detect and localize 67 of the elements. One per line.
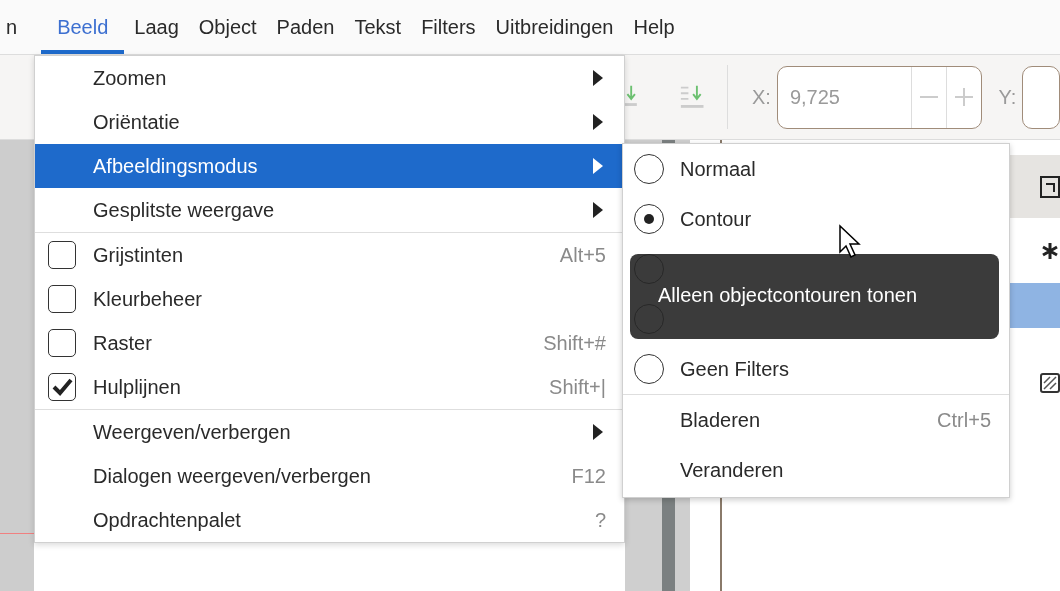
shortcut-text: ? <box>594 508 606 532</box>
menu-item[interactable]: Bladeren Ctrl+5 <box>623 395 1009 445</box>
menu-item[interactable]: n <box>0 0 42 54</box>
submenu-arrow-icon <box>592 113 604 131</box>
mouse-cursor-icon <box>838 224 862 260</box>
shortcut-text: Ctrl+5 <box>937 408 991 432</box>
menu-item-label: Grijstinten <box>93 243 185 267</box>
menu-item-label: Dialogen weergeven/verbergen <box>93 464 372 488</box>
menu-item-label: Normaal <box>680 157 757 181</box>
shortcut-text: Shift+# <box>543 331 606 355</box>
menu-item[interactable]: Veranderen <box>623 445 1009 495</box>
checkbox[interactable] <box>48 285 76 313</box>
menu-item-label: Zoomen <box>93 66 168 90</box>
menu-item-label: Bladeren <box>680 408 762 432</box>
menu-item[interactable]: Filters <box>411 0 486 54</box>
menu-item-label: Gesplitste weergave <box>93 198 276 222</box>
submenu-arrow-icon <box>592 69 604 87</box>
menu-item[interactable]: Dialogen weergeven/verbergen F12 <box>35 454 624 498</box>
menu-item-label: Veranderen <box>680 458 785 482</box>
menu-item-label: Geen Filters <box>680 357 790 381</box>
menu-item-label: Afbeeldingsmodus <box>93 154 259 178</box>
menu-item[interactable]: Raster Shift+# <box>35 321 624 365</box>
menu-item[interactable]: Afbeeldingsmodus <box>35 144 624 188</box>
menu-item[interactable]: Grijstinten Alt+5 <box>35 233 624 277</box>
menu-item[interactable]: Zoomen <box>35 56 624 100</box>
menu-item-label: Opdrachtenpalet <box>93 508 242 532</box>
menu-item[interactable]: Laag <box>124 0 189 54</box>
window-icon[interactable] <box>1040 175 1060 198</box>
menu-item[interactable]: Opdrachtenpalet ? <box>35 498 624 542</box>
menu-item[interactable]: Weergeven/verbergen <box>35 410 624 454</box>
tooltip: Alleen objectcontouren tonen <box>630 254 999 339</box>
menu-item[interactable]: Help <box>623 0 685 54</box>
menu-item[interactable]: Uitbreidingen <box>485 0 624 54</box>
menu-item-label: Contour <box>680 207 753 231</box>
shortcut-text: F12 <box>571 464 606 488</box>
menu-item[interactable]: Contour <box>623 194 1009 244</box>
menu-item-label: Oriëntatie <box>93 110 181 134</box>
menu-item[interactable]: Object <box>188 0 267 54</box>
menu-item-label: Kleurbeheer <box>93 287 203 311</box>
checkbox[interactable] <box>48 373 76 401</box>
menu-item-label: Hulplijnen <box>93 375 182 399</box>
menu-item-label: Raster <box>93 331 153 355</box>
menu-item-label: Weergeven/verbergen <box>93 420 292 444</box>
menu-item[interactable]: Kleurbeheer <box>35 277 624 321</box>
submenu-arrow-icon <box>592 201 604 219</box>
submenu-arrow-icon <box>592 157 604 175</box>
submenu-arrow-icon <box>592 423 604 441</box>
hatched-square-icon[interactable] <box>1040 373 1060 393</box>
menu-item[interactable]: Gesplitste weergave <box>35 188 624 232</box>
menu-item[interactable]: Paden <box>266 0 345 54</box>
asterisk-icon[interactable] <box>1040 240 1060 261</box>
radio-button[interactable] <box>634 204 664 234</box>
menu-item[interactable]: Normaal <box>623 144 1009 194</box>
menu-item[interactable]: Hulplijnen Shift+| <box>35 365 624 409</box>
menu-item[interactable]: Geen Filters <box>623 344 1009 394</box>
shortcut-text: Shift+| <box>549 375 606 399</box>
menu-item[interactable]: Oriëntatie <box>35 100 624 144</box>
radio-button[interactable] <box>634 354 664 384</box>
y-label: Y: <box>998 85 1017 109</box>
menu-item[interactable]: Tekst <box>344 0 412 54</box>
checkbox[interactable] <box>48 241 76 269</box>
guide-line <box>0 533 34 534</box>
shortcut-text: Alt+5 <box>559 243 606 267</box>
radio-button[interactable] <box>634 154 664 184</box>
x-label: X: <box>752 85 771 109</box>
checkbox[interactable] <box>48 329 76 357</box>
y-field[interactable] <box>1022 65 1060 129</box>
